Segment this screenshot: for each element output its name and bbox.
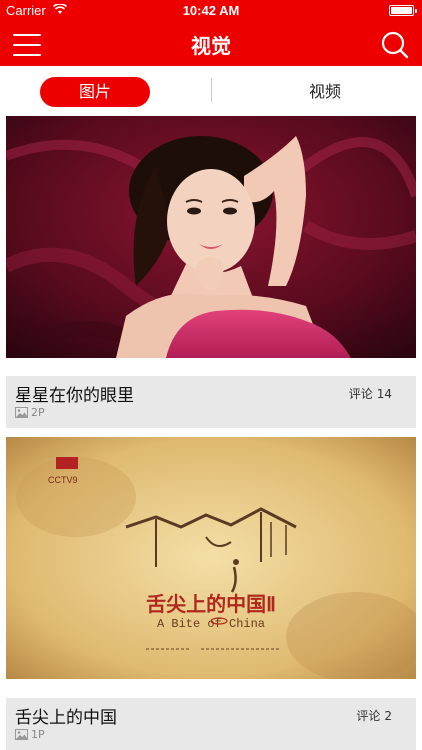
picture-icon xyxy=(15,729,28,740)
comment-number: 2 xyxy=(384,709,392,723)
gallery-item-image[interactable]: CCTV9 舌尖上的中国Ⅱ A Bite of China xyxy=(6,437,416,679)
comment-count: 评论 2 xyxy=(356,707,392,724)
poster-en-title: A Bite of China xyxy=(157,617,265,631)
poster-cn-title: 舌尖上的中国Ⅱ xyxy=(146,592,276,616)
segment-tabs: 图片 视频 xyxy=(0,66,422,114)
tab-divider xyxy=(211,78,212,102)
photo-count: 2P xyxy=(15,406,45,419)
app-header: Carrier 10:42 AM 视觉 xyxy=(0,0,422,66)
photo-count-text: 1P xyxy=(31,728,45,741)
gallery-item-info[interactable]: 舌尖上的中国 评论 2 1P xyxy=(6,698,416,750)
poster-image: CCTV9 舌尖上的中国Ⅱ A Bite of China xyxy=(6,437,416,679)
status-time: 10:42 AM xyxy=(182,3,240,18)
search-icon[interactable] xyxy=(380,30,410,60)
battery-tip xyxy=(415,9,417,13)
comment-label: 评论 xyxy=(356,709,381,723)
navbar: 视觉 xyxy=(0,22,422,66)
tab-pictures[interactable]: 图片 xyxy=(40,77,150,107)
gallery-item-info[interactable]: 星星在你的眼里 评论 14 2P xyxy=(6,376,416,428)
comment-label: 评论 xyxy=(348,387,373,401)
item-title: 星星在你的眼里 xyxy=(15,386,134,406)
comment-number: 14 xyxy=(376,387,392,401)
gallery-item-image[interactable] xyxy=(6,116,416,358)
tab-videos[interactable]: 视频 xyxy=(270,77,380,107)
picture-icon xyxy=(15,407,28,418)
item-title: 舌尖上的中国 xyxy=(15,708,117,728)
status-bar: Carrier 10:42 AM xyxy=(0,0,422,22)
photo-count-text: 2P xyxy=(31,406,45,419)
photo-count: 1P xyxy=(15,728,45,741)
comment-count: 评论 14 xyxy=(349,385,392,402)
page-title: 视觉 xyxy=(191,34,231,58)
battery-icon xyxy=(389,5,414,16)
portrait-photo xyxy=(6,116,416,358)
cctv-logo: CCTV9 xyxy=(48,475,78,485)
